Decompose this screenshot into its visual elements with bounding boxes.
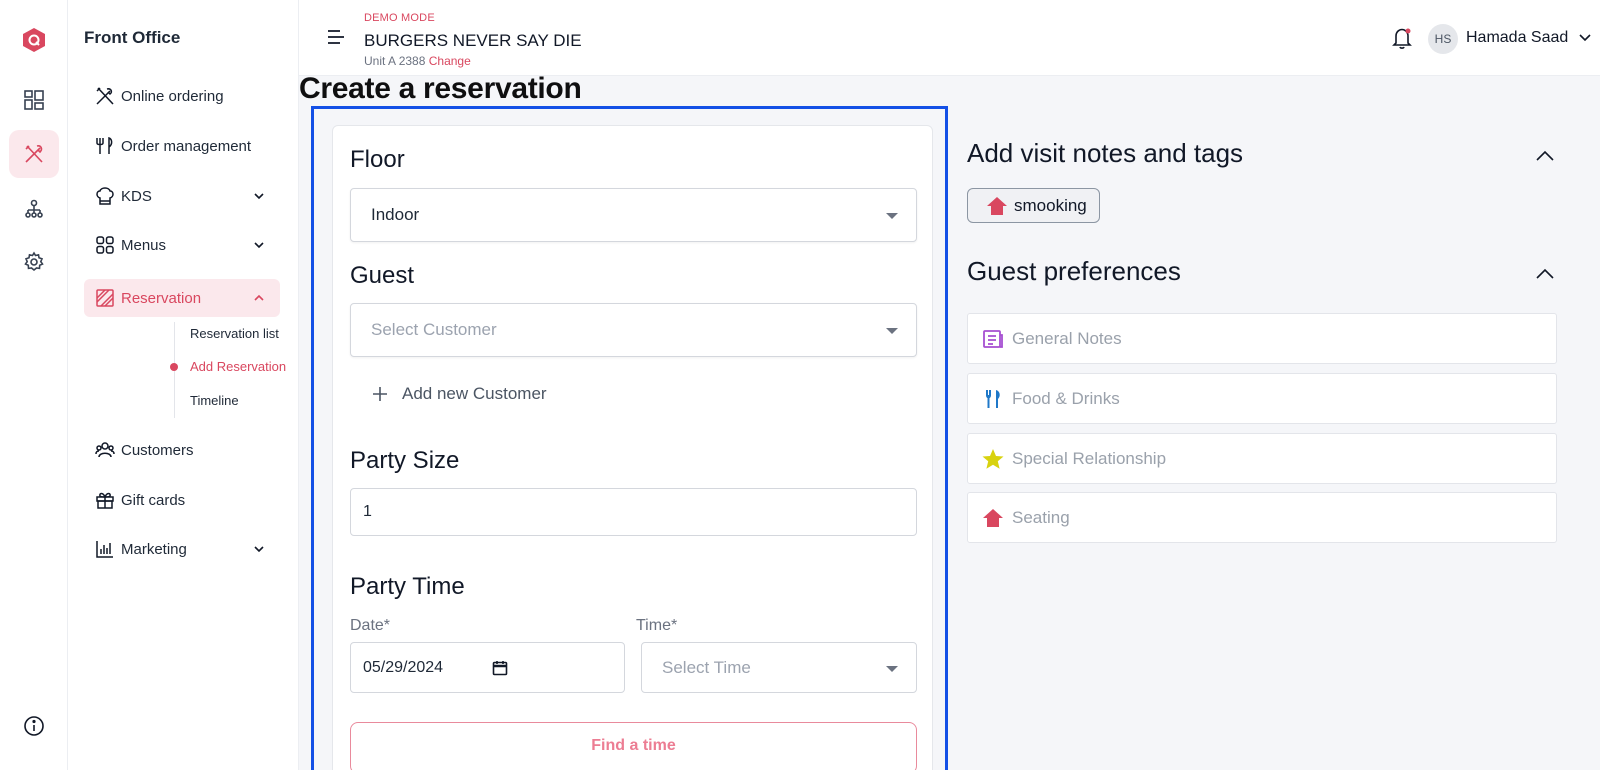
grid-icon xyxy=(94,234,116,256)
caret-down-icon xyxy=(886,666,898,672)
unit-line: Unit A 2388 Change xyxy=(364,54,471,68)
top-bar: DEMO MODE BURGERS NEVER SAY DIE Unit A 2… xyxy=(299,0,1600,76)
reservation-icon xyxy=(94,287,116,309)
time-label: Time* xyxy=(636,617,678,634)
date-value: 05/29/2024 xyxy=(363,658,444,676)
pref-label: Special Relationship xyxy=(1012,448,1167,468)
sidebar-subitem-timeline[interactable]: Timeline xyxy=(190,393,239,408)
sidebar-item-label: Menus xyxy=(121,236,167,254)
floor-select[interactable]: Indoor xyxy=(350,188,917,242)
party-size-heading: Party Size xyxy=(350,447,460,474)
dashboard-icon[interactable] xyxy=(9,76,59,124)
house-icon xyxy=(987,196,1007,215)
floor-value: Indoor xyxy=(371,205,420,224)
guest-select[interactable]: Select Customer xyxy=(350,303,917,357)
caret-down-icon xyxy=(886,213,898,219)
bar-chart-icon xyxy=(94,538,116,560)
add-new-customer-button[interactable]: Add new Customer xyxy=(371,384,547,404)
sidebar-title: Front Office xyxy=(84,28,181,47)
sidebar-item-marketing[interactable]: Marketing xyxy=(84,530,280,568)
star-icon xyxy=(982,448,1004,470)
visit-notes-heading: Add visit notes and tags xyxy=(967,138,1244,168)
sidebar-item-reservation[interactable]: Reservation xyxy=(84,279,280,317)
utensils-icon[interactable] xyxy=(9,130,59,178)
chevron-down-icon xyxy=(254,193,264,200)
sidebar-subitem-reservation-list[interactable]: Reservation list xyxy=(190,326,279,341)
settings-icon[interactable] xyxy=(9,238,59,286)
chevron-down-icon[interactable] xyxy=(1578,31,1592,45)
demo-mode-label: DEMO MODE xyxy=(364,12,435,24)
gift-icon xyxy=(94,489,116,511)
user-name[interactable]: Hamada Saad xyxy=(1466,29,1568,47)
date-input[interactable]: 05/29/2024 xyxy=(350,642,625,693)
collapse-chevron-up-icon[interactable] xyxy=(1536,268,1554,280)
sidebar-item-online-ordering[interactable]: Online ordering xyxy=(84,77,280,115)
guest-placeholder: Select Customer xyxy=(371,320,497,339)
sidebar-item-label: Order management xyxy=(121,137,252,155)
sidebar-item-order-management[interactable]: Order management xyxy=(84,127,280,165)
chevron-up-icon xyxy=(254,294,264,301)
sidebar-item-label: KDS xyxy=(121,187,152,205)
users-icon xyxy=(94,439,116,461)
tag-label: smooking xyxy=(1014,195,1087,215)
sidebar-item-gift-cards[interactable]: Gift cards xyxy=(84,481,280,519)
calendar-icon[interactable] xyxy=(492,660,508,676)
reservation-form-card: Floor Indoor Guest Select Customer Add n… xyxy=(332,125,933,770)
pref-label: Food & Drinks xyxy=(1012,388,1120,408)
party-time-heading: Party Time xyxy=(350,573,465,600)
guest-heading: Guest xyxy=(350,262,415,289)
sidebar-item-menus[interactable]: Menus xyxy=(84,226,280,264)
utensils-cross-icon xyxy=(94,85,116,107)
date-label: Date* xyxy=(350,617,391,634)
unit-name: Unit A 2388 xyxy=(364,54,426,68)
sidebar-item-label: Customers xyxy=(121,441,194,459)
guest-preferences-heading: Guest preferences xyxy=(967,256,1181,286)
find-a-time-button[interactable]: Find a time xyxy=(350,722,917,770)
avatar[interactable]: HS xyxy=(1428,24,1458,54)
party-size-input[interactable]: 1 xyxy=(350,488,917,536)
add-customer-label: Add new Customer xyxy=(402,384,547,403)
org-chart-icon[interactable] xyxy=(9,185,59,233)
sidebar: Front Office Online ordering Order manag… xyxy=(68,0,299,770)
pref-seating[interactable]: Seating xyxy=(967,492,1557,543)
active-dot xyxy=(170,363,178,371)
hamburger-menu-icon[interactable] xyxy=(326,28,346,46)
page-title: Create a reservation xyxy=(299,72,582,105)
sidebar-item-label: Gift cards xyxy=(121,491,186,509)
collapse-chevron-up-icon[interactable] xyxy=(1536,150,1554,162)
sidebar-item-label: Online ordering xyxy=(121,87,224,105)
sidebar-item-kds[interactable]: KDS xyxy=(84,177,280,215)
notes-icon xyxy=(982,328,1004,350)
pref-label: Seating xyxy=(1012,507,1070,527)
notification-bell-icon[interactable] xyxy=(1391,26,1413,50)
plus-icon xyxy=(373,387,387,401)
tag-chip-smooking[interactable]: smooking xyxy=(967,188,1100,223)
icon-rail xyxy=(0,0,68,770)
chevron-down-icon xyxy=(254,546,264,553)
pref-label: General Notes xyxy=(1012,328,1122,348)
change-unit-link[interactable]: Change xyxy=(429,54,471,68)
pref-special-relationship[interactable]: Special Relationship xyxy=(967,433,1557,484)
fork-knife-icon xyxy=(94,135,116,157)
sidebar-item-label: Reservation xyxy=(121,289,202,307)
main-content: Create a reservation Floor Indoor Guest … xyxy=(299,72,1600,770)
time-placeholder: Select Time xyxy=(662,657,751,677)
chef-hat-icon xyxy=(94,185,116,207)
sidebar-subitem-add-reservation[interactable]: Add Reservation xyxy=(190,359,286,374)
logo-icon[interactable] xyxy=(22,27,46,53)
info-icon[interactable] xyxy=(9,702,59,750)
pref-general-notes[interactable]: General Notes xyxy=(967,313,1557,364)
floor-heading: Floor xyxy=(350,146,405,173)
pref-food-drinks[interactable]: Food & Drinks xyxy=(967,373,1557,424)
sidebar-item-customers[interactable]: Customers xyxy=(84,431,280,469)
store-name: BURGERS NEVER SAY DIE xyxy=(364,31,582,50)
fork-knife-icon xyxy=(982,388,1004,410)
house-icon xyxy=(982,507,1004,529)
caret-down-icon xyxy=(886,328,898,334)
chevron-down-icon xyxy=(254,242,264,249)
time-select[interactable]: Select Time xyxy=(641,642,917,693)
sidebar-item-label: Marketing xyxy=(121,540,187,558)
